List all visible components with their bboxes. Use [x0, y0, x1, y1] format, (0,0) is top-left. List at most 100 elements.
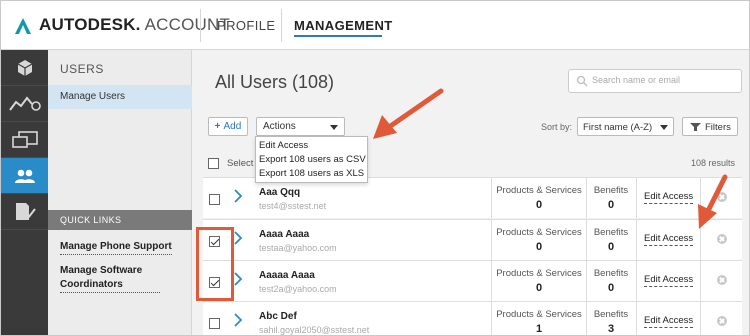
icon-rail	[1, 50, 48, 335]
remove-user-icon[interactable]	[717, 234, 727, 244]
products-count: 0	[535, 241, 543, 253]
sidebar-title: USERS	[60, 62, 104, 76]
rail-item-products[interactable]	[1, 50, 48, 86]
quick-link-phone-support[interactable]: Manage Phone Support	[60, 240, 172, 255]
column-divider	[700, 219, 701, 260]
remove-user-icon[interactable]	[717, 316, 727, 326]
active-nav-underline	[294, 35, 382, 37]
column-divider	[586, 219, 587, 260]
user-email: sahil.goyal2050@sstest.net	[259, 325, 370, 335]
benefits-header: Benefits	[593, 185, 629, 196]
products-count: 0	[535, 282, 543, 294]
nav-divider	[281, 9, 282, 42]
menu-item-edit-access[interactable]: Edit Access	[259, 140, 308, 151]
products-header: Products & Services	[496, 268, 582, 279]
edit-access-link[interactable]: Edit Access	[644, 191, 694, 204]
sort-by-label: Sort by:	[541, 122, 573, 132]
nav-management[interactable]: MANAGEMENT	[294, 18, 393, 33]
column-divider	[491, 219, 492, 260]
rail-item-reports[interactable]	[1, 86, 48, 122]
analytics-icon	[8, 95, 41, 111]
nav-profile[interactable]: PROFILE	[217, 18, 275, 33]
column-divider	[586, 177, 587, 218]
column-divider	[636, 301, 637, 335]
rail-item-users[interactable]	[1, 158, 48, 194]
actions-dropdown[interactable]: Actions	[256, 117, 345, 136]
top-header: AUTODESK. ACCOUNT PROFILE MANAGEMENT	[1, 1, 749, 50]
brand-wordmark: AUTODESK. ACCOUNT	[39, 15, 230, 35]
benefits-count: 0	[607, 282, 615, 294]
page-title: All Users (108)	[215, 72, 335, 92]
devices-icon	[11, 130, 38, 148]
products-count: 1	[535, 323, 543, 335]
row-checkbox[interactable]	[209, 318, 220, 329]
remove-user-icon[interactable]	[717, 192, 727, 202]
user-email: test2a@yahoo.com	[259, 284, 337, 294]
benefits-count: 0	[607, 199, 615, 211]
autodesk-logo-icon	[15, 18, 31, 34]
document-check-icon	[15, 202, 36, 220]
sidebar-item-label: Manage Users	[60, 91, 126, 102]
search-placeholder: Search name or email	[592, 75, 681, 85]
user-name[interactable]: Abc Def	[259, 311, 297, 322]
column-divider	[636, 260, 637, 301]
sort-value: First name (A-Z)	[583, 122, 653, 133]
edit-access-link[interactable]: Edit Access	[644, 274, 694, 287]
benefits-count: 0	[607, 241, 615, 253]
select-all-label: Select	[227, 158, 254, 169]
column-divider	[491, 177, 492, 218]
search-icon	[576, 75, 588, 87]
chevron-right-icon[interactable]	[233, 272, 243, 286]
rail-item-devices[interactable]	[1, 122, 48, 158]
user-email: testaa@yahoo.com	[259, 243, 337, 253]
annotation-highlight-box	[196, 227, 234, 301]
sort-select[interactable]: First name (A-Z)	[577, 117, 674, 136]
benefits-header: Benefits	[593, 309, 629, 320]
column-divider	[491, 260, 492, 301]
products-header: Products & Services	[496, 309, 582, 320]
products-count: 0	[535, 199, 543, 211]
quick-links-title: QUICK LINKS	[60, 215, 122, 225]
app-window: AUTODESK. ACCOUNT PROFILE MANAGEMENT USE…	[0, 0, 750, 336]
column-divider	[586, 260, 587, 301]
products-header: Products & Services	[496, 227, 582, 238]
select-all-checkbox[interactable]	[208, 158, 219, 169]
plus-icon: +	[214, 121, 221, 132]
edit-access-link[interactable]: Edit Access	[644, 233, 694, 246]
chevron-right-icon[interactable]	[233, 231, 243, 245]
column-divider	[700, 177, 701, 218]
users-sidebar: USERS Manage Users QUICK LINKS Manage Ph…	[48, 50, 199, 335]
add-label: Add	[223, 121, 242, 132]
column-divider	[700, 260, 701, 301]
menu-item-export-xls[interactable]: Export 108 users as XLS	[259, 168, 364, 179]
rail-item-documents[interactable]	[1, 194, 48, 230]
benefits-header: Benefits	[593, 227, 629, 238]
brand-name: AUTODESK.	[39, 15, 141, 34]
user-name[interactable]: Aaaa Aaaa	[259, 229, 309, 240]
chevron-right-icon[interactable]	[233, 313, 243, 327]
chevron-right-icon[interactable]	[233, 189, 243, 203]
edit-access-link[interactable]: Edit Access	[644, 315, 694, 328]
header-divider	[200, 9, 201, 42]
benefits-count: 3	[607, 323, 615, 335]
chevron-down-icon	[330, 125, 338, 130]
column-divider	[636, 177, 637, 218]
actions-menu: Edit Access Export 108 users as CSV Expo…	[255, 136, 368, 183]
menu-item-export-csv[interactable]: Export 108 users as CSV	[259, 154, 366, 165]
filters-button[interactable]: Filters	[682, 117, 738, 136]
column-divider	[700, 301, 701, 335]
remove-user-icon[interactable]	[717, 275, 727, 285]
user-name[interactable]: Aaaaa Aaaa	[259, 270, 315, 281]
add-user-button[interactable]: + Add	[208, 117, 248, 136]
row-checkbox[interactable]	[209, 194, 220, 205]
chevron-down-icon	[660, 125, 668, 130]
results-count: 108 results	[691, 158, 736, 168]
quick-link-software-coordinators[interactable]: Manage Software Coordinators	[60, 264, 160, 293]
cube-icon	[17, 59, 32, 76]
filters-label: Filters	[705, 122, 731, 133]
products-header: Products & Services	[496, 185, 582, 196]
column-divider	[636, 219, 637, 260]
actions-label: Actions	[263, 121, 296, 132]
benefits-header: Benefits	[593, 268, 629, 279]
user-name[interactable]: Aaa Qqq	[259, 187, 300, 198]
